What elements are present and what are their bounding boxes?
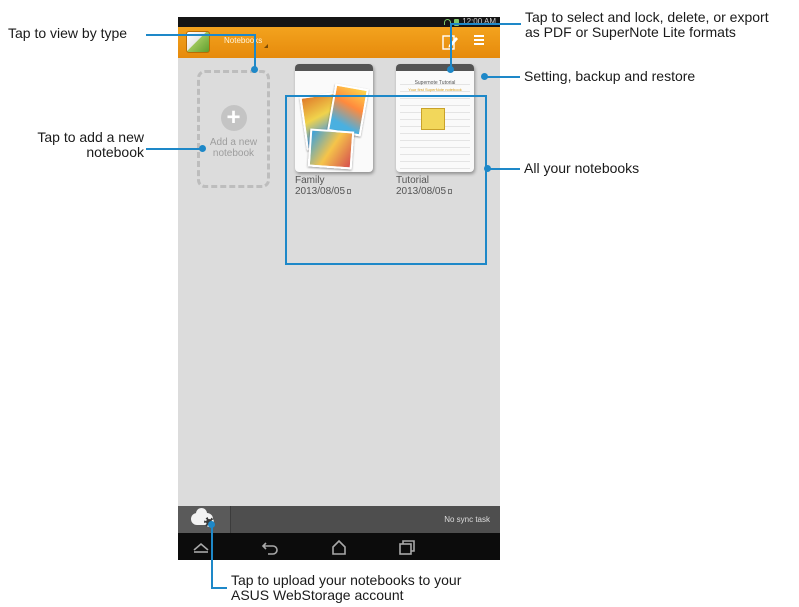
callout-add-notebook-line2: notebook [86,144,144,160]
hide-keyboard-icon[interactable] [190,537,212,557]
leader-line [211,587,227,589]
notebook-spine [295,64,373,71]
app-bar: Notebooks [178,27,500,58]
back-icon[interactable] [259,537,281,557]
callout-settings: Setting, backup and restore [524,68,696,84]
cover-subtitle: Your first SuperNote notebook [408,87,462,92]
sync-bar: No sync task [178,506,500,533]
leader-line [211,524,213,588]
callout-add-notebook: Tap to add a new notebook [37,130,144,160]
leader-line [487,168,520,170]
menu-line [474,35,484,37]
callout-select-lock-line1: Tap to select and lock, delete, or expor… [525,9,769,25]
add-notebook-button[interactable]: + Add a new notebook [197,70,270,188]
callout-view-by-type: Tap to view by type [8,25,128,41]
recent-apps-icon[interactable] [395,537,417,557]
leader-line [484,76,520,78]
callout-upload: Tap to upload your notebooks to your ASU… [231,573,461,603]
overflow-menu-icon[interactable] [474,35,488,49]
menu-line [474,43,484,45]
leader-line [451,23,521,25]
android-nav-bar [178,533,500,560]
add-notebook-label-line2: notebook [212,148,255,159]
notebooks-highlight-box [285,95,487,265]
sync-status: No sync task [444,515,490,524]
callout-upload-line1: Tap to upload your notebooks to your [231,572,462,588]
leader-dot [481,73,488,80]
notebook-spine [396,64,474,71]
view-type-dropdown[interactable]: Notebooks [224,36,269,48]
callout-select-lock-line2: as PDF or SuperNote Lite formats [525,24,736,40]
view-type-label: Notebooks [224,36,263,45]
status-bar: 12:00 AM [178,17,500,27]
dropdown-corner-icon [264,44,269,48]
callout-select-lock: Tap to select and lock, delete, or expor… [525,10,769,40]
plus-icon: + [220,105,247,131]
cover-title: Supernote Tutorial [414,80,456,86]
callout-all-notebooks: All your notebooks [524,160,640,176]
leader-line [450,23,452,70]
callout-upload-line2: ASUS WebStorage account [231,587,404,603]
leader-dot [199,145,206,152]
leader-dot [251,66,258,73]
menu-line [474,39,484,41]
leader-dot [484,165,491,172]
callout-add-notebook-line1: Tap to add a new [37,129,144,145]
leader-line [146,34,255,36]
cloud-upload-button[interactable] [178,506,231,533]
leader-line [254,34,256,70]
home-icon[interactable] [328,537,350,557]
leader-dot [447,66,454,73]
status-icons: 12:00 AM [444,17,496,27]
leader-line [146,148,202,150]
add-notebook-label: Add a new notebook [210,137,257,159]
status-time: 12:00 AM [462,17,496,26]
add-notebook-label-line1: Add a new [209,137,258,148]
